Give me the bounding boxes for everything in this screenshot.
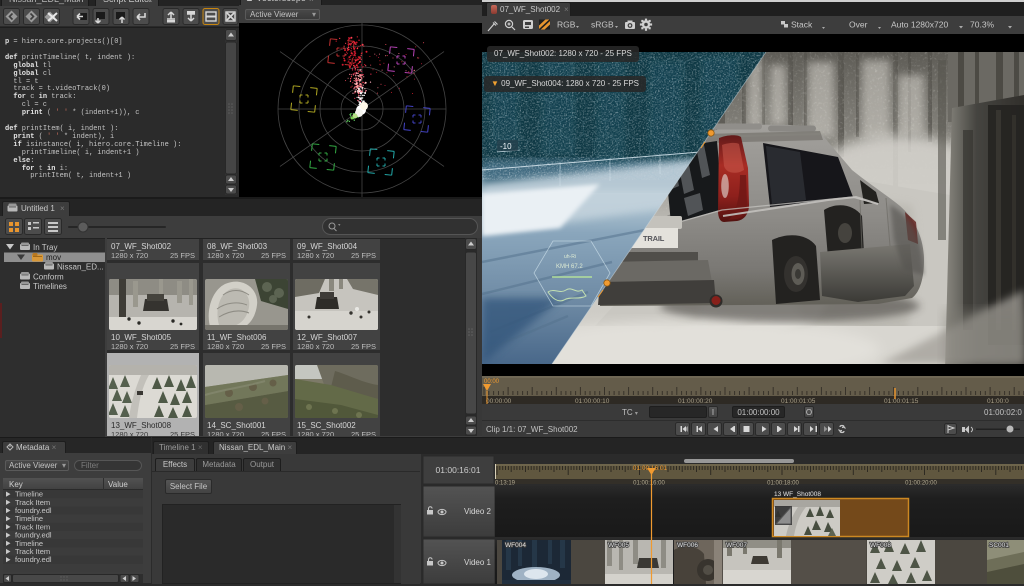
svg-text:mov: mov: [46, 253, 61, 262]
svg-text:Conform: Conform: [33, 273, 64, 282]
svg-text:uh-Ri: uh-Ri: [564, 254, 576, 260]
svg-text:RGB: RGB: [557, 20, 576, 30]
svg-text:KMH 67.2: KMH 67.2: [556, 264, 583, 270]
svg-text:In Tray: In Tray: [33, 243, 57, 252]
svg-text:Video 2: Video 2: [464, 507, 492, 516]
svg-text:70.3%: 70.3%: [970, 20, 995, 30]
svg-text:SC001: SC001: [989, 542, 1009, 549]
svg-text:foundry.edl: foundry.edl: [15, 555, 52, 564]
svg-text:01:00:16:01: 01:00:16:01: [436, 465, 481, 475]
svg-text:Auto 1280x720: Auto 1280x720: [891, 20, 948, 30]
svg-text:Over: Over: [849, 20, 868, 30]
svg-text:0:13:19: 0:13:19: [495, 481, 516, 487]
svg-text:Video 1: Video 1: [464, 558, 492, 567]
svg-text:WF006: WF006: [677, 542, 698, 549]
svg-text:WF007: WF007: [726, 542, 747, 549]
svg-text:TRAIL: TRAIL: [643, 234, 665, 243]
svg-text:Nissan_ED...: Nissan_ED...: [57, 263, 104, 272]
svg-text:Timelines: Timelines: [33, 282, 67, 291]
svg-text:01:00:18:00: 01:00:18:00: [767, 481, 799, 487]
svg-text:01:00:16:00: 01:00:16:00: [633, 481, 665, 487]
svg-text:WF005: WF005: [608, 542, 629, 549]
svg-text:13 WF_Shot008: 13 WF_Shot008: [774, 491, 821, 498]
svg-text:WF004: WF004: [505, 542, 526, 549]
svg-text:WF008: WF008: [870, 542, 891, 549]
svg-text:sRGB: sRGB: [591, 20, 614, 30]
svg-text:Stack: Stack: [791, 20, 813, 30]
svg-text:-10: -10: [500, 142, 512, 151]
svg-text:01:00:20:00: 01:00:20:00: [905, 481, 937, 487]
